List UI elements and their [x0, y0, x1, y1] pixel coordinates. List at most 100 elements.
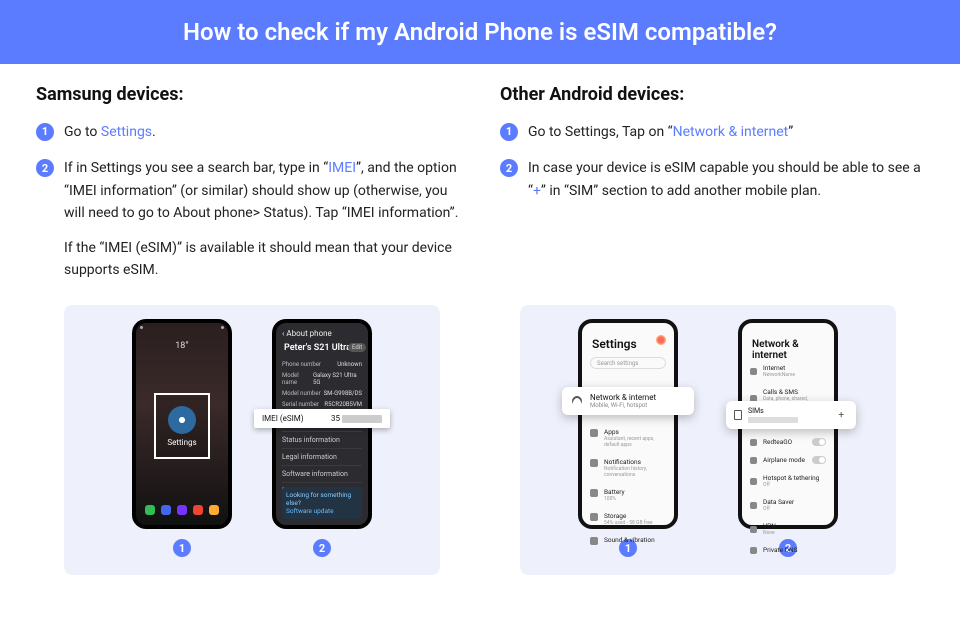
list-item: VPNNone [750, 517, 826, 541]
imei-mask [342, 415, 382, 423]
list-item: RedteaGO [750, 433, 826, 451]
sim-icon [734, 410, 742, 420]
item-sub: Notification history, conversations [604, 466, 666, 478]
step-body: If in Settings you see a search bar, typ… [64, 157, 460, 281]
gear-icon [168, 406, 196, 434]
step-number: 2 [500, 159, 518, 177]
network-title: Network & internet [752, 339, 834, 361]
imei-callout: IMEI (eSIM) 35 [254, 409, 390, 428]
page-title: How to check if my Android Phone is eSIM… [183, 18, 777, 46]
samsung-step-2: 2 If in Settings you see a search bar, t… [36, 157, 460, 281]
callout-title: Network & internet [590, 393, 656, 402]
network-internet-callout: Network & internet Mobile, Wi-Fi, hotspo… [562, 387, 694, 415]
settings-link[interactable]: Settings [101, 124, 152, 140]
step-extra: If the “IMEI (eSIM)” is available it sho… [64, 237, 460, 282]
list-item: Data SaverOff [750, 493, 826, 517]
list-item: Software information [282, 465, 362, 482]
samsung-shot-1: 18° Settings 1 [132, 319, 232, 557]
footer-a: Software update [286, 507, 358, 515]
info-val: Unknown [337, 361, 362, 368]
about-phone-back: ‹ About phone [282, 329, 332, 338]
step-text: ” in “SIM” section to add another mobile… [541, 183, 821, 199]
list-item: Hotspot & tetheringOff [750, 469, 826, 493]
item-title: Battery [604, 488, 625, 496]
device-name: Peter's S21 Ultra [284, 343, 351, 353]
info-val: SM-G998B/DS [324, 390, 362, 397]
settings-title: Settings [592, 337, 637, 351]
plus-link[interactable]: + [533, 183, 541, 199]
callout-sub: Mobile, Wi-Fi, hotspot [590, 402, 656, 409]
other-column: Other Android devices: 1 Go to Settings,… [500, 84, 924, 295]
step-text: ” [788, 124, 793, 140]
dns-icon [750, 547, 757, 554]
list-item: Airplane mode [750, 451, 826, 469]
vpn-icon [750, 526, 757, 533]
battery-icon [590, 489, 598, 497]
plus-icon: + [834, 410, 848, 421]
shot-badge: 1 [173, 539, 191, 557]
imei-label: IMEI (eSIM) [262, 414, 304, 423]
instruction-columns: Samsung devices: 1 Go to Settings. 2 If … [0, 64, 960, 295]
step-text: Go to Settings, Tap on “ [528, 124, 673, 140]
item-sub: 100% [604, 496, 625, 502]
list-item: AppsAssistant, recent apps, default apps [590, 423, 666, 453]
sims-label: SIMs [748, 407, 828, 415]
apps-icon [590, 429, 598, 437]
item-title: Private DNS [763, 546, 797, 554]
step-body: Go to Settings. [64, 121, 460, 143]
phone-mock-about: ‹ About phone Peter's S21 Ultra Edit Pho… [272, 319, 372, 529]
sim-icon [750, 439, 757, 446]
network-list-bottom: RedteaGO Airplane mode Hotspot & tetheri… [750, 433, 826, 559]
page-header: How to check if my Android Phone is eSIM… [0, 0, 960, 64]
item-title: Hotspot & tethering [763, 474, 819, 482]
item-sub: None [763, 530, 776, 536]
status-bar [140, 326, 224, 332]
other-step-2: 2 In case your device is eSIM capable yo… [500, 157, 924, 202]
list-item: Battery100% [590, 483, 666, 507]
info-val: R5CR20B5VM [324, 401, 362, 408]
samsung-shot-2: ‹ About phone Peter's S21 Ultra Edit Pho… [272, 319, 372, 557]
internet-icon [750, 368, 757, 375]
avatar-icon [656, 335, 666, 345]
item-sub: Off [763, 482, 819, 488]
step-body: In case your device is eSIM capable you … [528, 157, 924, 202]
list-item: Storage54% used - 58 GB free [590, 507, 666, 531]
datasaver-icon [750, 502, 757, 509]
list-item: InternetNetworkName [750, 359, 826, 383]
step-text: If in Settings you see a search bar, typ… [64, 160, 328, 176]
step-number: 1 [36, 123, 54, 141]
samsung-title: Samsung devices: [36, 84, 460, 105]
step-number: 1 [500, 123, 518, 141]
step-text: Go to [64, 124, 101, 140]
toggle [812, 456, 826, 464]
shot-badge: 2 [313, 539, 331, 557]
search-settings: Search settings [590, 357, 666, 369]
about-footer: Looking for something else? Software upd… [282, 487, 362, 519]
item-title: RedteaGO [763, 438, 792, 446]
phone-mock-network: Network & internet InternetNetworkName C… [738, 319, 838, 529]
info-key: Serial number [282, 401, 319, 408]
network-link[interactable]: Network & internet [673, 124, 789, 140]
phone-mock-settings: Settings Search settings Network & inter… [578, 319, 678, 529]
settings-label: Settings [167, 438, 196, 447]
other-title: Other Android devices: [500, 84, 924, 105]
item-sub: 54% used - 58 GB free [604, 520, 653, 526]
step-text: . [152, 124, 156, 140]
sound-icon [590, 537, 598, 545]
hotspot-icon [750, 478, 757, 485]
item-title: Calls & SMS [763, 388, 826, 396]
item-title: Internet [763, 364, 795, 372]
app-dock [142, 505, 222, 519]
other-step-1: 1 Go to Settings, Tap on “Network & inte… [500, 121, 924, 143]
list-item: Legal information [282, 448, 362, 465]
item-title: Apps [604, 428, 666, 436]
item-sub: NetworkName [763, 372, 795, 378]
list-item: Private DNS [750, 541, 826, 559]
other-shot-1: Settings Search settings Network & inter… [578, 319, 678, 557]
samsung-step-1: 1 Go to Settings. [36, 121, 460, 143]
imei-value: 35 [331, 414, 340, 423]
airplane-icon [750, 457, 757, 464]
imei-link[interactable]: IMEI [328, 160, 356, 176]
sims-callout: SIMs + [726, 401, 856, 429]
step-number: 2 [36, 159, 54, 177]
